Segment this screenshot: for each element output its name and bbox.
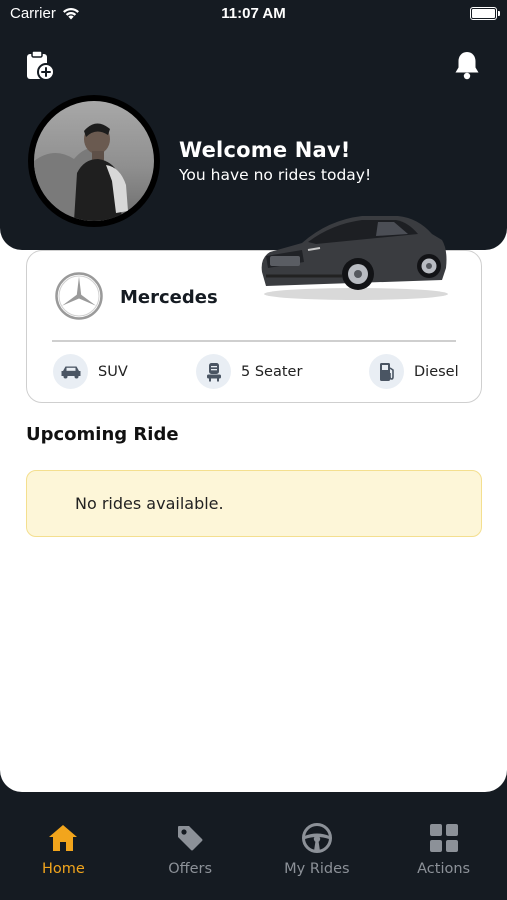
car-image: [258, 210, 450, 306]
feature-fuel: Diesel: [369, 354, 459, 389]
seat-icon: [196, 354, 231, 389]
tab-bar: Home Offers My Rides Actions: [0, 812, 507, 900]
tab-home[interactable]: Home: [0, 812, 127, 900]
car-icon: [53, 354, 88, 389]
mercedes-logo-icon: [54, 271, 104, 325]
tab-offers[interactable]: Offers: [127, 812, 254, 900]
upcoming-ride-title: Upcoming Ride: [26, 424, 179, 445]
fuel-pump-icon: [369, 354, 404, 389]
clipboard-add-icon[interactable]: [26, 50, 56, 86]
status-bar: Carrier 11:07 AM: [0, 0, 507, 30]
tab-label: Offers: [168, 861, 213, 877]
tab-label: Actions: [417, 861, 471, 877]
tag-icon: [176, 821, 204, 855]
home-icon: [47, 821, 79, 855]
divider: [52, 340, 456, 342]
tab-actions[interactable]: Actions: [380, 812, 507, 900]
tab-label: My Rides: [284, 861, 350, 877]
feature-label: Diesel: [414, 363, 459, 380]
clock: 11:07 AM: [221, 5, 286, 22]
tab-label: Home: [41, 861, 85, 877]
avatar[interactable]: [28, 95, 160, 227]
no-rides-notice: No rides available.: [26, 470, 482, 537]
feature-type: SUV: [53, 354, 128, 389]
feature-seats: 5 Seater: [196, 354, 302, 389]
battery-icon: [470, 7, 500, 20]
feature-label: 5 Seater: [241, 363, 303, 380]
welcome-title: Welcome Nav!: [179, 138, 351, 162]
steering-wheel-icon: [301, 821, 333, 855]
grid-icon: [429, 821, 459, 855]
tab-my-rides[interactable]: My Rides: [254, 812, 381, 900]
no-rides-message: No rides available.: [75, 494, 224, 513]
car-brand: Mercedes: [120, 287, 218, 308]
feature-label: SUV: [98, 363, 128, 380]
welcome-subtitle: You have no rides today!: [179, 166, 372, 184]
bell-icon[interactable]: [453, 50, 481, 84]
welcome-block: Welcome Nav! You have no rides today!: [179, 138, 371, 184]
